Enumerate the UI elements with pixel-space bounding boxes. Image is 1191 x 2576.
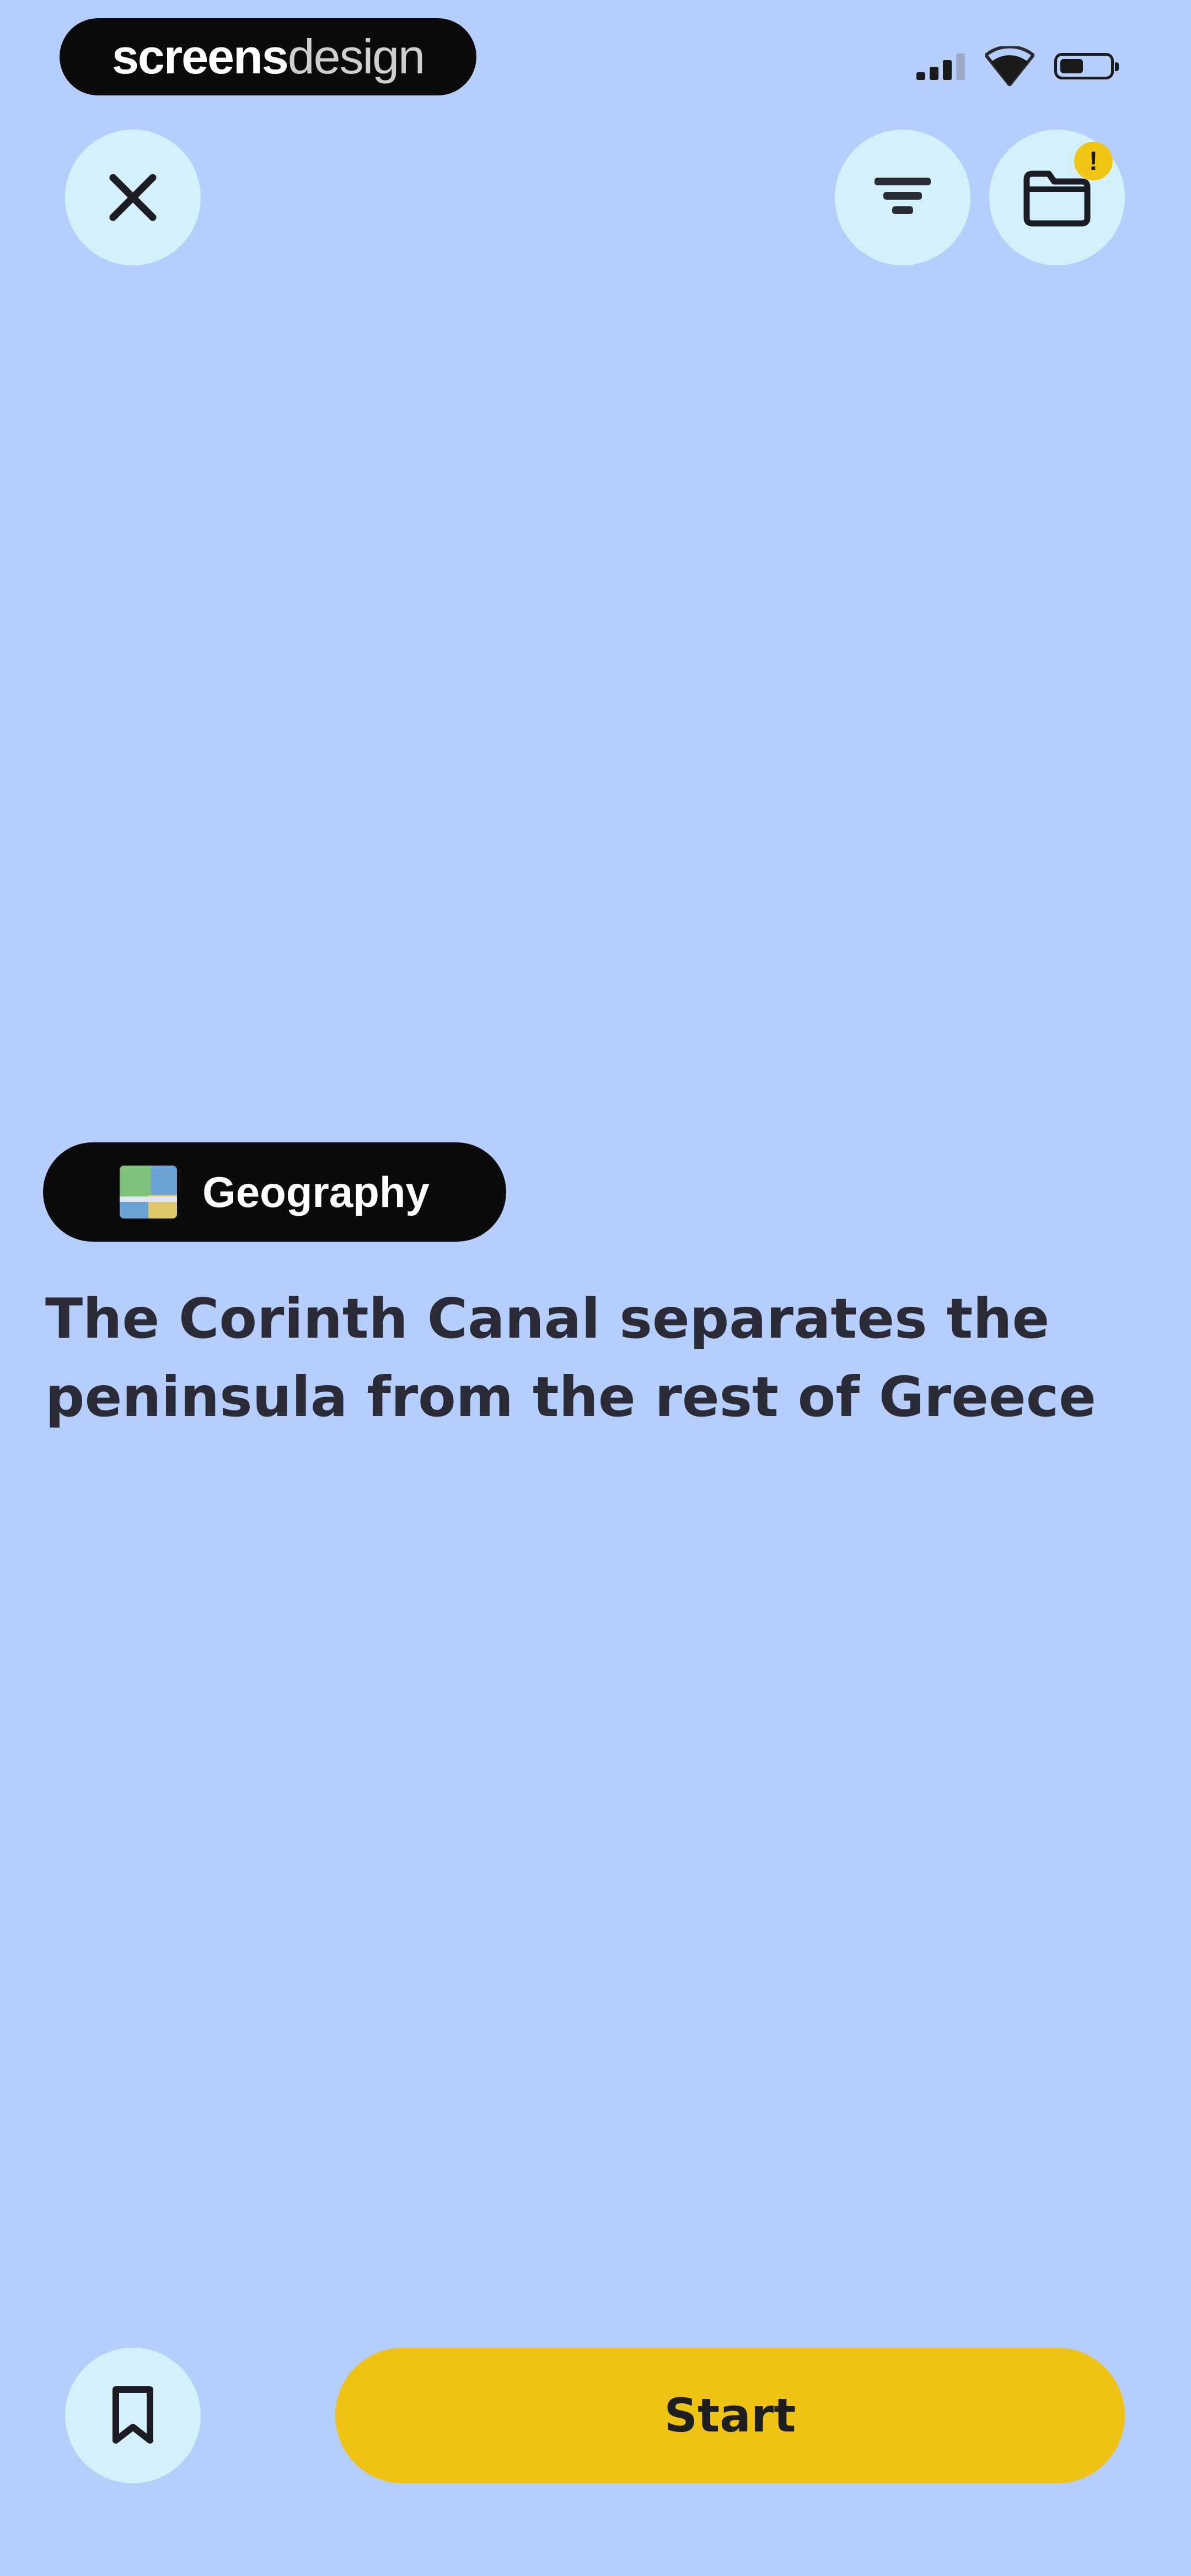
wifi-icon: [985, 46, 1034, 86]
category-label: Geography: [202, 1167, 430, 1216]
quiz-fact-screen: screens design ! Geography The Corinth C…: [0, 0, 1191, 2576]
brand-logo-light: design: [287, 29, 425, 84]
notification-badge: !: [1074, 142, 1113, 180]
start-button[interactable]: Start: [335, 2348, 1125, 2483]
cellular-signal-icon: [916, 52, 965, 80]
status-icons: [916, 44, 1119, 88]
close-icon: [109, 174, 157, 221]
inbox-button[interactable]: !: [989, 130, 1125, 265]
brand-logo-pill: screens design: [60, 18, 476, 95]
bookmark-icon: [112, 2386, 153, 2444]
map-icon: [120, 1166, 178, 1218]
category-chip: Geography: [43, 1142, 506, 1242]
bookmark-button[interactable]: [65, 2348, 201, 2483]
filter-button[interactable]: [835, 130, 970, 265]
fact-text: The Corinth Canal separates the peninsul…: [45, 1286, 1096, 1429]
brand-logo-bold: screens: [111, 29, 289, 84]
filter-icon: [875, 178, 931, 214]
battery-icon: [1054, 53, 1119, 79]
close-button[interactable]: [65, 130, 201, 265]
